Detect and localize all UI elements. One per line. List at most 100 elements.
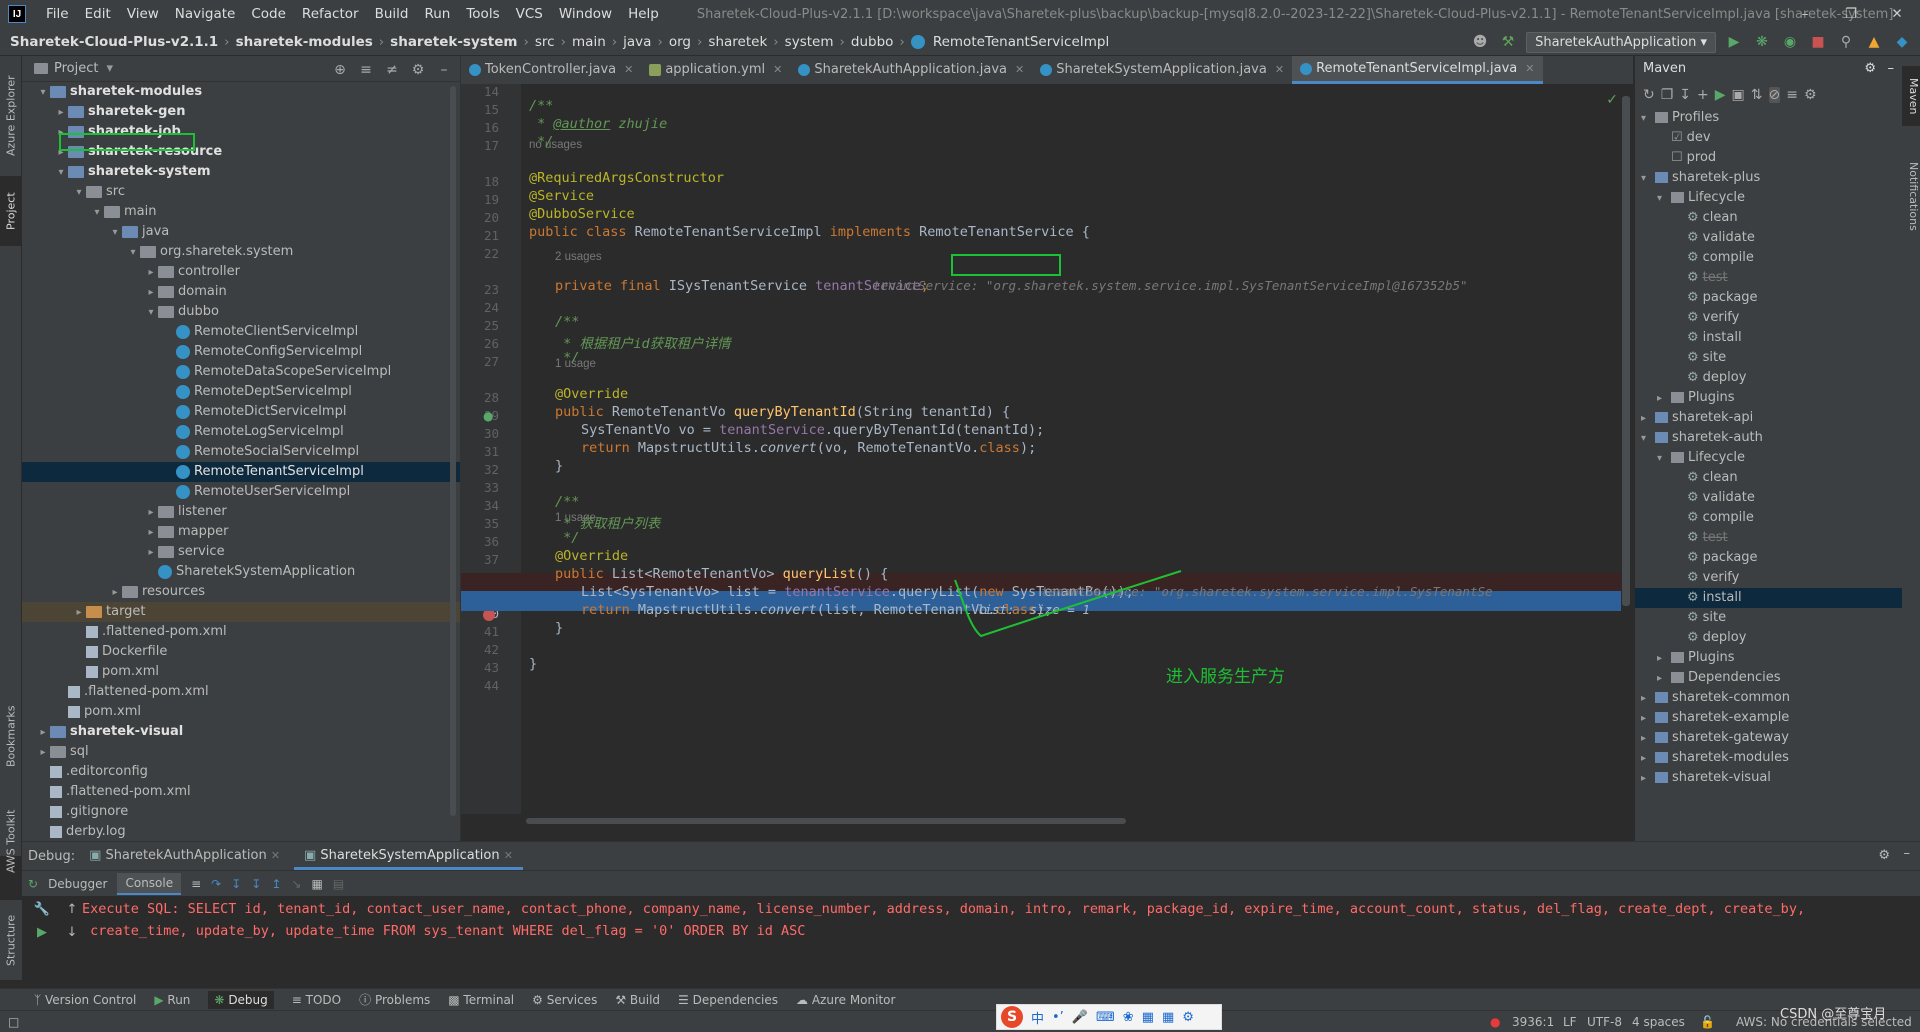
tab-application-yml[interactable]: application.yml ✕ xyxy=(641,56,790,84)
error-dot-icon[interactable]: ● xyxy=(1490,1015,1500,1029)
breadcrumb-sharetek[interactable]: sharetek xyxy=(704,34,771,50)
breadcrumb-java[interactable]: java xyxy=(619,34,655,50)
chevron-right-icon[interactable]: ▸ xyxy=(144,263,158,283)
tree-item[interactable]: ▸ listener xyxy=(22,502,460,522)
toggle-offline-icon[interactable]: ⇅ xyxy=(1751,87,1763,103)
skip-tests-icon[interactable]: ⊘ xyxy=(1768,87,1781,103)
chevron-right-icon[interactable]: ▸ xyxy=(144,523,158,543)
line-number[interactable]: 30 xyxy=(461,426,499,441)
horizontal-scrollbar[interactable] xyxy=(526,818,1126,824)
breadcrumb-dubbo[interactable]: dubbo xyxy=(847,34,898,50)
chevron-down-icon[interactable]: ▾ xyxy=(106,61,113,76)
reload-icon[interactable]: ↻ xyxy=(1643,87,1655,103)
services-tool[interactable]: ⚙ Services xyxy=(532,993,597,1007)
tree-item[interactable]: pom.xml xyxy=(22,662,460,682)
run-to-cursor-icon[interactable]: ↘ xyxy=(291,877,301,891)
chevron-right-icon[interactable]: ▸ xyxy=(54,103,68,123)
chevron-right-icon[interactable]: ▸ xyxy=(1657,389,1671,409)
force-step-into-icon[interactable]: ↧ xyxy=(251,877,261,891)
checkbox-icon[interactable]: ☑ xyxy=(1671,130,1683,145)
tree-item[interactable]: pom.xml xyxy=(22,702,460,722)
menu-code[interactable]: Code xyxy=(243,6,294,22)
close-tab-icon[interactable]: ✕ xyxy=(773,56,782,84)
azure-explorer-tab[interactable]: Azure Explorer xyxy=(0,66,22,166)
chevron-down-icon[interactable]: ▾ xyxy=(1641,169,1655,189)
maven-tree-item[interactable]: ⚙ package xyxy=(1635,548,1902,568)
maven-tree-item[interactable]: ⚙ clean xyxy=(1635,468,1902,488)
tree-item[interactable]: SharetekSystemApplication xyxy=(22,562,460,582)
tree-item[interactable]: .editorconfig xyxy=(22,762,460,782)
console-output[interactable]: Execute SQL: SELECT id, tenant_id, conta… xyxy=(82,898,1902,942)
run-icon[interactable]: ▶ xyxy=(1715,87,1726,103)
chevron-right-icon[interactable]: ▸ xyxy=(1657,649,1671,669)
chevron-down-icon[interactable]: ▾ xyxy=(54,163,68,183)
collapse-all-icon[interactable]: ≠ xyxy=(382,60,402,80)
breadcrumb-class[interactable]: RemoteTenantServiceImpl xyxy=(929,34,1113,50)
chevron-right-icon[interactable]: ▸ xyxy=(108,583,122,603)
aws-toolkit-tab[interactable]: AWS Toolkit xyxy=(0,796,22,886)
settings-icon[interactable]: ⚙ xyxy=(1182,1010,1194,1025)
tree-item[interactable]: ▾ sharetek-modules xyxy=(22,82,460,102)
menu-run[interactable]: Run xyxy=(416,6,458,22)
tree-item[interactable]: ▾ main xyxy=(22,202,460,222)
chevron-down-icon[interactable]: ▾ xyxy=(36,83,50,103)
bookmarks-tab[interactable]: Bookmarks xyxy=(0,696,22,776)
line-number[interactable]: 18 xyxy=(461,174,499,189)
skin-icon[interactable]: ❀ xyxy=(1123,1010,1134,1025)
close-tab-icon[interactable]: ✕ xyxy=(624,56,633,84)
chevron-right-icon[interactable]: ▸ xyxy=(144,283,158,303)
wrench-icon[interactable]: 🔧 xyxy=(34,902,50,917)
chevron-down-icon[interactable]: ▾ xyxy=(126,243,140,263)
maven-tree-item[interactable]: ▾ Lifecycle xyxy=(1635,188,1902,208)
menu-build[interactable]: Build xyxy=(367,6,417,22)
line-number[interactable]: 41 xyxy=(461,624,499,639)
breadcrumb-src[interactable]: src xyxy=(531,34,559,50)
tree-item[interactable]: RemoteUserServiceImpl xyxy=(22,482,460,502)
breadcrumb-system-pkg[interactable]: system xyxy=(781,34,838,50)
tab-auth-application[interactable]: SharetekAuthApplication.java ✕ xyxy=(790,56,1032,84)
maven-tree-item[interactable]: ⚙ package xyxy=(1635,288,1902,308)
code-area[interactable]: no usages 2 usages 1 usage 1 usage /** *… xyxy=(461,84,1621,814)
menu-icon[interactable]: ≡ xyxy=(191,877,201,891)
line-separator[interactable]: LF xyxy=(1563,1015,1577,1029)
layout-icon[interactable]: □ xyxy=(8,1015,19,1029)
hide-icon[interactable]: – xyxy=(434,60,454,80)
tree-item[interactable]: ▸ mapper xyxy=(22,522,460,542)
maven-tree-item[interactable]: ▸ sharetek-modules xyxy=(1635,748,1902,768)
session-tab-auth[interactable]: ▣ SharetekAuthApplication ✕ xyxy=(79,842,290,870)
maven-tree-item[interactable]: ⚙ deploy xyxy=(1635,368,1902,388)
locate-icon[interactable]: ⊕ xyxy=(330,60,350,80)
chevron-down-icon[interactable]: ▾ xyxy=(1641,109,1655,129)
hide-icon[interactable]: – xyxy=(1888,56,1895,82)
tree-item[interactable]: ▸ sharetek-gen xyxy=(22,102,460,122)
chevron-right-icon[interactable]: ▸ xyxy=(1641,689,1655,709)
maven-tree-item[interactable]: ⚙ validate xyxy=(1635,228,1902,248)
tree-item[interactable]: RemoteSocialServiceImpl xyxy=(22,442,460,462)
chevron-down-icon[interactable]: ▾ xyxy=(1657,449,1671,469)
dependencies-tool[interactable]: ☰ Dependencies xyxy=(678,993,778,1007)
line-number[interactable]: 28 xyxy=(461,390,499,405)
menu-window[interactable]: Window xyxy=(551,6,620,22)
gear-icon[interactable]: ⚙ xyxy=(1864,56,1876,82)
tree-item[interactable]: ▸ sql xyxy=(22,742,460,762)
line-number[interactable]: 35 xyxy=(461,516,499,531)
tree-item[interactable]: .flattened-pom.xml xyxy=(22,622,460,642)
notifications-tab[interactable]: Notifications xyxy=(1902,146,1920,246)
execute-goal-icon[interactable]: ▣ xyxy=(1732,87,1745,103)
close-tab-icon[interactable]: ✕ xyxy=(1015,56,1024,84)
tools-icon[interactable]: ▦ xyxy=(1142,1010,1154,1025)
chevron-right-icon[interactable]: ▸ xyxy=(1641,729,1655,749)
chevron-right-icon[interactable]: ▸ xyxy=(144,543,158,563)
line-number[interactable]: 42 xyxy=(461,642,499,657)
chevron-right-icon[interactable]: ▸ xyxy=(1641,749,1655,769)
maven-tree-item[interactable]: ⚙ clean xyxy=(1635,208,1902,228)
maven-tree-item[interactable]: ⚙ install xyxy=(1635,588,1902,608)
maven-tree-item[interactable]: ⚙ test xyxy=(1635,268,1902,288)
debug-tool[interactable]: ❋ Debug xyxy=(208,990,274,1009)
line-number[interactable]: 32 xyxy=(461,462,499,477)
maven-tree-item[interactable]: ⚙ site xyxy=(1635,608,1902,628)
menu-view[interactable]: View xyxy=(119,6,167,22)
minimize-icon[interactable]: – xyxy=(1782,0,1828,28)
coverage-icon[interactable]: ◉ xyxy=(1780,32,1800,52)
ime-mode[interactable]: 中 xyxy=(1031,1008,1044,1027)
